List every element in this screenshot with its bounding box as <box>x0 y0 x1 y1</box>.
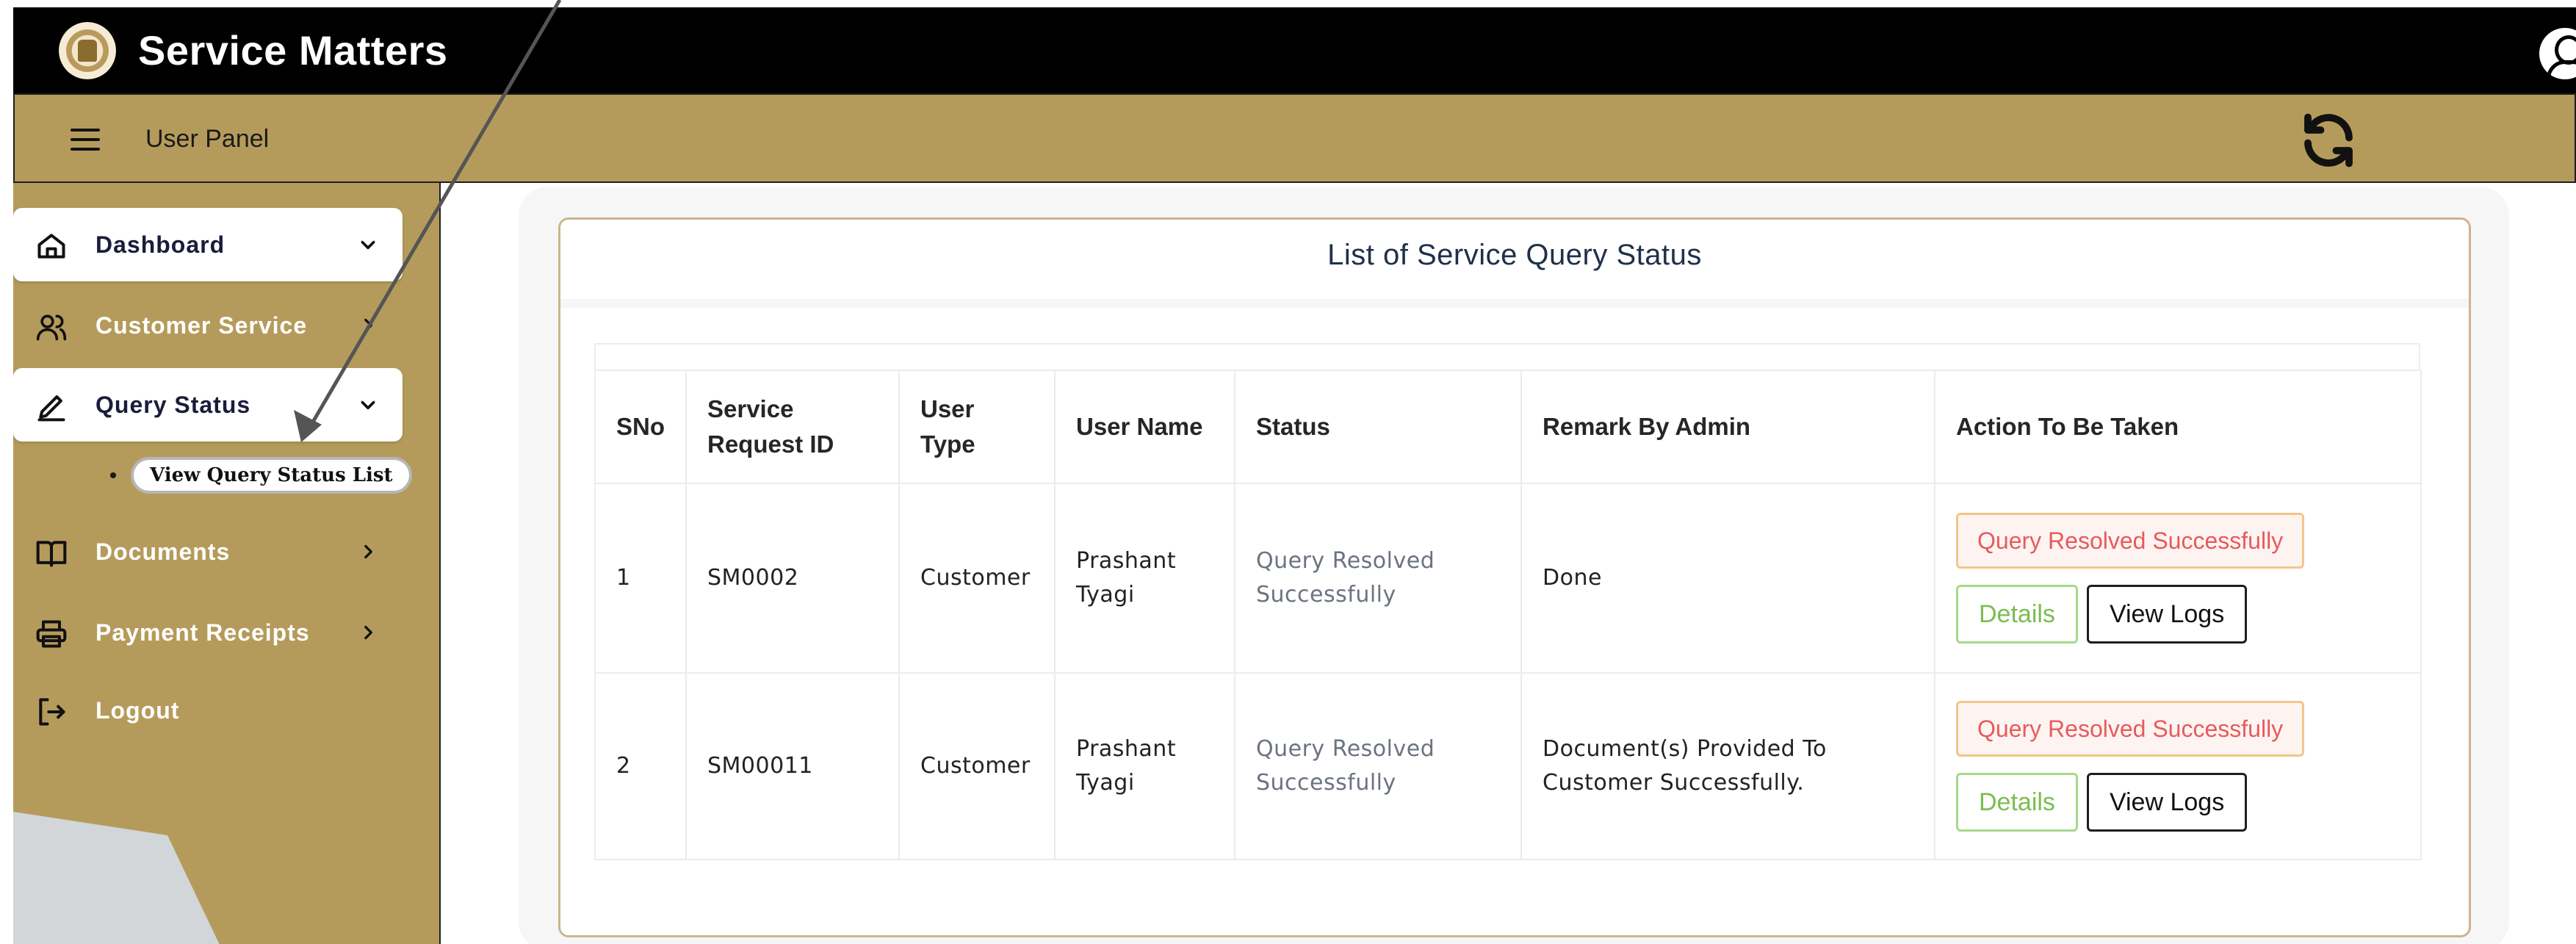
pencil-icon <box>37 395 65 422</box>
sidebar-subitem-label: View Query Status List <box>131 457 412 494</box>
cell-sno: 2 <box>594 672 687 860</box>
cell-request-id: SM00011 <box>685 672 900 860</box>
query-resolved-button[interactable]: Query Resolved Successfully <box>1956 513 2305 569</box>
query-resolved-button[interactable]: Query Resolved Successfully <box>1956 701 2305 757</box>
sidebar-item-documents[interactable]: Documents <box>13 515 403 588</box>
brand-title: Service Matters <box>138 27 448 73</box>
query-status-card: List of Service Query Status SNo Service… <box>558 217 2471 937</box>
table-row: 1 SM0002 Customer Prashant Tyagi Query R… <box>594 483 2422 674</box>
printer-icon <box>36 620 67 648</box>
refresh-icon[interactable] <box>2298 109 2359 171</box>
cell-request-id: SM0002 <box>685 483 900 674</box>
sidebar-item-label: Query Status <box>95 391 251 418</box>
col-header-request-id: Service Request ID <box>685 370 900 484</box>
chevron-right-icon <box>364 318 372 333</box>
sidebar-item-query-status[interactable]: Query Status <box>13 368 403 442</box>
emblem-icon <box>59 22 116 79</box>
card-header: List of Service Query Status <box>560 220 2469 308</box>
chevron-down-icon <box>361 400 375 410</box>
sidebar-item-label: Dashboard <box>95 231 226 258</box>
sidebar-item-payment-receipts[interactable]: Payment Receipts <box>13 596 403 669</box>
cell-sno: 1 <box>594 483 687 674</box>
user-avatar-icon[interactable] <box>2539 28 2576 79</box>
sub-bar: User Panel <box>13 93 2576 183</box>
home-icon <box>37 234 65 259</box>
details-button[interactable]: Details <box>1956 773 2078 832</box>
sidebar-item-label: Documents <box>95 538 231 565</box>
chevron-down-icon <box>361 240 375 250</box>
sidebar-subitem-view-query-status-list[interactable]: View Query Status List <box>110 457 412 494</box>
sidebar-item-customer-service[interactable]: Customer Service <box>13 289 403 362</box>
cell-user-type: Customer <box>898 483 1056 674</box>
chevron-right-icon <box>364 625 372 640</box>
cell-user-type: Customer <box>898 672 1056 860</box>
sidebar: Dashboard Customer Service Query Status … <box>13 183 441 944</box>
table-row: 2 SM00011 Customer Prashant Tyagi Query … <box>594 672 2422 860</box>
bullet <box>110 472 116 478</box>
sidebar-item-label: Payment Receipts <box>95 619 310 646</box>
view-logs-button[interactable]: View Logs <box>2086 585 2248 644</box>
panel-label: User Panel <box>145 125 270 153</box>
cell-remark: Done <box>1520 483 1935 674</box>
query-table-wrapper: SNo Service Request ID User Type User Na… <box>594 343 2422 860</box>
users-icon <box>36 314 67 341</box>
cell-actions: Query Resolved Successfully Details View… <box>1934 672 2422 860</box>
col-header-remark: Remark By Admin <box>1520 370 1935 484</box>
top-bar: Service Matters <box>13 7 2576 93</box>
cell-user-name: Prashant Tyagi <box>1054 483 1235 674</box>
cell-actions: Query Resolved Successfully Details View… <box>1934 483 2422 674</box>
table-toolbar <box>594 343 2420 370</box>
logout-icon <box>39 698 65 726</box>
cell-user-name: Prashant Tyagi <box>1054 672 1235 860</box>
details-button[interactable]: Details <box>1956 585 2078 644</box>
col-header-status: Status <box>1234 370 1522 484</box>
table-header-row: SNo Service Request ID User Type User Na… <box>594 370 2422 484</box>
col-header-user-name: User Name <box>1054 370 1235 484</box>
view-logs-button[interactable]: View Logs <box>2086 773 2248 832</box>
chevron-right-icon <box>364 544 372 559</box>
book-icon <box>36 541 67 567</box>
query-status-table: SNo Service Request ID User Type User Na… <box>594 370 2422 860</box>
col-header-user-type: User Type <box>898 370 1056 484</box>
cell-status: Query Resolved Successfully <box>1234 672 1522 860</box>
sidebar-item-label: Logout <box>95 696 180 724</box>
sidebar-item-label: Customer Service <box>95 311 308 339</box>
sidebar-item-logout[interactable]: Logout <box>13 674 403 747</box>
decorative-shape <box>13 812 220 944</box>
col-header-action: Action To Be Taken <box>1934 370 2422 484</box>
sidebar-item-dashboard[interactable]: Dashboard <box>13 208 403 281</box>
hamburger-icon[interactable] <box>71 129 100 151</box>
cell-remark: Document(s) Provided To Customer Success… <box>1520 672 1935 860</box>
col-header-sno: SNo <box>594 370 687 484</box>
cell-status: Query Resolved Successfully <box>1234 483 1522 674</box>
app-frame: Service Matters User Panel Dashboard Cus… <box>13 0 2576 944</box>
page-title: List of Service Query Status <box>1327 239 1702 271</box>
